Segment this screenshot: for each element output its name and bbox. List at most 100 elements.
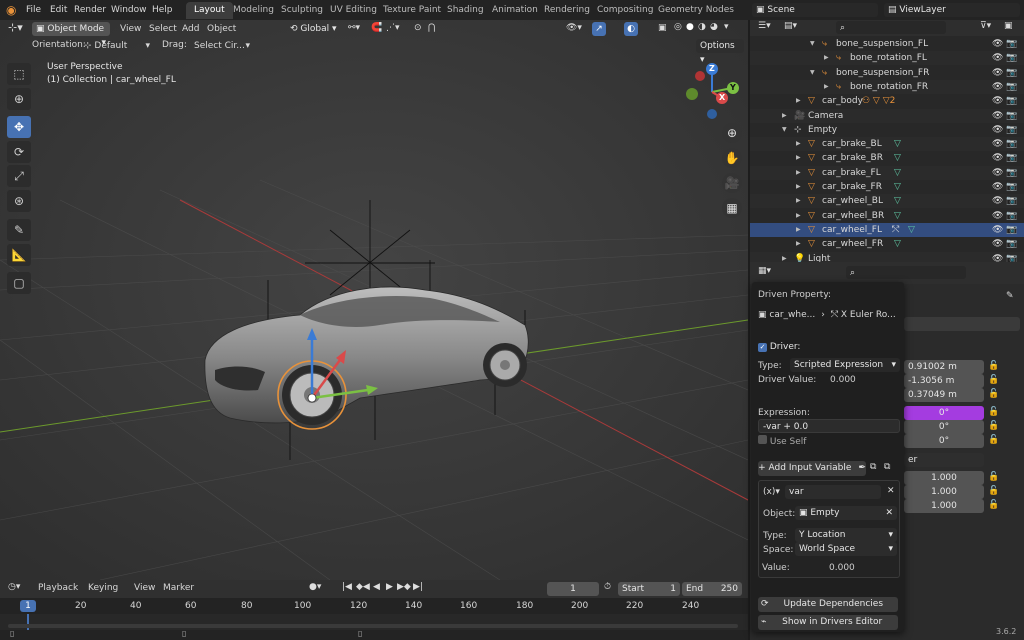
- menu-add[interactable]: Add: [182, 20, 199, 38]
- menu-timeline-view[interactable]: View: [134, 583, 155, 593]
- tool-transform[interactable]: ⊛: [7, 190, 31, 212]
- expand-toggle-icon[interactable]: ▶: [796, 194, 801, 208]
- expand-toggle-icon[interactable]: ▶: [796, 137, 801, 151]
- mesh-data-icon[interactable]: ▽: [908, 223, 915, 237]
- eye-icon[interactable]: 👁: [992, 237, 1003, 251]
- expand-toggle-icon[interactable]: ▶: [796, 166, 801, 180]
- shading-material-icon[interactable]: ◑: [698, 23, 706, 32]
- orientation-selector[interactable]: ⊹ Default ▾: [84, 39, 150, 53]
- mesh-data-icon[interactable]: ▽: [894, 151, 901, 165]
- auto-key-icon[interactable]: ●▾: [309, 583, 321, 592]
- outliner-row[interactable]: ▼ ⤷ bone_suspension_FL 👁 📷: [750, 37, 1024, 51]
- render-camera-icon[interactable]: 📷: [1006, 237, 1017, 251]
- outliner-editor-icon[interactable]: ☰▾: [758, 22, 771, 31]
- outliner-row[interactable]: ▼ ⊹ Empty 👁 📷: [750, 123, 1024, 137]
- menu-keying[interactable]: Keying: [88, 583, 118, 593]
- remove-variable-icon[interactable]: ✕: [887, 487, 895, 496]
- expand-toggle-icon[interactable]: ▶: [796, 223, 801, 237]
- properties-editor-icon[interactable]: ▦▾: [758, 267, 771, 276]
- expand-toggle-icon[interactable]: ▶: [782, 109, 787, 123]
- render-camera-icon[interactable]: 📷: [1006, 123, 1017, 137]
- render-camera-icon[interactable]: 📷: [1006, 151, 1017, 165]
- stopwatch-icon[interactable]: ⏱: [604, 583, 611, 592]
- mesh-data-icon[interactable]: ▽: [894, 209, 901, 223]
- display-mode-icon[interactable]: ▤▾: [784, 22, 797, 31]
- variable-type-selector[interactable]: (x)▾: [763, 485, 780, 499]
- jump-end-icon[interactable]: ▶|: [413, 583, 423, 592]
- play-reverse-icon[interactable]: ◀: [373, 583, 380, 592]
- end-frame-field[interactable]: End 250: [682, 582, 742, 596]
- menu-object[interactable]: Object: [207, 20, 236, 38]
- eye-icon[interactable]: 👁: [992, 166, 1003, 180]
- outliner-row[interactable]: ▼ ⤷ bone_suspension_FR 👁 📷: [750, 66, 1024, 80]
- expand-toggle-icon[interactable]: ▼: [782, 123, 787, 137]
- expression-input[interactable]: -var + 0.0: [758, 419, 900, 433]
- mesh-data-icon[interactable]: ▽: [894, 180, 901, 194]
- expand-toggle-icon[interactable]: ▶: [824, 51, 829, 65]
- expand-toggle-icon[interactable]: ▶: [796, 151, 801, 165]
- location-y-field[interactable]: -1.3056 m: [904, 374, 984, 388]
- current-frame-field[interactable]: 1: [547, 582, 599, 596]
- pan-hand-icon[interactable]: ✋: [722, 148, 742, 168]
- overlay-toggle-icon[interactable]: ◐: [624, 22, 638, 36]
- eye-icon[interactable]: 👁: [992, 194, 1003, 208]
- child-data-icons[interactable]: ⚇ ▽ ▽2: [862, 94, 895, 108]
- shading-wireframe-icon[interactable]: ◎: [674, 23, 682, 32]
- frame-ruler[interactable]: 1 20 40 60 80 100 120 140 160 180 200 22…: [0, 598, 748, 614]
- outliner-row[interactable]: ▶ ▽ car_brake_BR ▽ 👁 📷: [750, 151, 1024, 165]
- variable-name-input[interactable]: var: [785, 485, 881, 499]
- copy-variables-icon[interactable]: ⧉: [870, 463, 876, 472]
- scale-x-field[interactable]: 1.000: [904, 471, 984, 485]
- navigation-gizmo[interactable]: Z Y X: [682, 62, 742, 122]
- lock-icon[interactable]: 🔓: [988, 376, 999, 385]
- tool-cursor[interactable]: ⊕: [7, 88, 31, 110]
- expand-toggle-icon[interactable]: ▶: [796, 180, 801, 194]
- render-camera-icon[interactable]: 📷: [1006, 51, 1017, 65]
- eye-icon[interactable]: 👁: [992, 94, 1003, 108]
- mesh-data-icon[interactable]: ▽: [894, 237, 901, 251]
- eye-icon[interactable]: 👁: [992, 209, 1003, 223]
- timeline-scrollbar[interactable]: [8, 624, 738, 628]
- eye-icon[interactable]: 👁: [992, 151, 1003, 165]
- outliner-row[interactable]: ▶ ▽ car_brake_FL ▽ 👁 📷: [750, 165, 1024, 180]
- shading-rendered-icon[interactable]: ◕: [710, 23, 718, 32]
- tool-measure[interactable]: 📐: [7, 244, 31, 266]
- outliner-row[interactable]: ▶ ▽ car_brake_FR ▽ 👁 📷: [750, 180, 1024, 194]
- eye-icon[interactable]: 👁: [992, 180, 1003, 194]
- mode-selector[interactable]: ▣ Object Mode ▾: [32, 22, 110, 48]
- render-camera-icon[interactable]: 📷: [1006, 80, 1017, 94]
- driver-enabled-checkbox[interactable]: ✓ Driver:: [758, 341, 800, 353]
- render-camera-icon[interactable]: 📷: [1006, 166, 1017, 180]
- transform-type-selector[interactable]: Y Location ▾: [795, 528, 897, 542]
- outliner-row[interactable]: ▶ ▽ car_wheel_FR ▽ 👁 📷: [750, 237, 1024, 251]
- menu-marker[interactable]: Marker: [163, 583, 194, 593]
- outliner-search-input[interactable]: ⌕: [836, 21, 946, 34]
- mesh-data-icon[interactable]: ▽: [894, 194, 901, 208]
- options-dropdown[interactable]: Options ▾: [696, 39, 744, 65]
- xray-icon[interactable]: ▣: [658, 24, 667, 33]
- outliner-row[interactable]: ▶ ▽ car_wheel_BL ▽ 👁 📷: [750, 194, 1024, 209]
- play-icon[interactable]: ▶: [386, 583, 393, 592]
- start-frame-field[interactable]: Start 1: [618, 582, 680, 596]
- render-camera-icon[interactable]: 📷: [1006, 194, 1017, 208]
- render-camera-icon[interactable]: 📷: [1006, 66, 1017, 80]
- outliner-row[interactable]: ▶ ▽ car_brake_BL ▽ 👁 📷: [750, 137, 1024, 152]
- show-in-drivers-editor-button[interactable]: ⌁ Show in Drivers Editor: [758, 615, 898, 630]
- location-x-field[interactable]: 0.91002 m: [904, 360, 984, 374]
- expand-toggle-icon[interactable]: ▶: [796, 94, 801, 108]
- tool-move[interactable]: ✥: [7, 116, 31, 138]
- lock-icon[interactable]: 🔓: [988, 473, 999, 482]
- next-keyframe-icon[interactable]: ▶◆: [397, 583, 411, 592]
- outliner-row[interactable]: ▶ 🎥 Camera 👁 📷: [750, 108, 1024, 123]
- driver-type-selector[interactable]: Scripted Expression ▾: [790, 358, 900, 372]
- prev-keyframe-icon[interactable]: ◆◀: [356, 583, 370, 592]
- camera-view-icon[interactable]: 🎥: [722, 173, 742, 193]
- scale-z-field[interactable]: 1.000: [904, 499, 984, 513]
- menu-view[interactable]: View: [120, 20, 141, 38]
- snap-target-icon[interactable]: ⋰▾: [386, 24, 400, 33]
- tab-texture-paint[interactable]: Texture Paint: [375, 2, 449, 19]
- outliner-row[interactable]: ▶ ▽ car_wheel_BR ▽ 👁 📷: [750, 209, 1024, 223]
- filter-icon[interactable]: ⊽▾: [980, 22, 991, 31]
- pin-icon[interactable]: ✎: [1006, 292, 1014, 301]
- render-camera-icon[interactable]: 📷: [1006, 94, 1017, 108]
